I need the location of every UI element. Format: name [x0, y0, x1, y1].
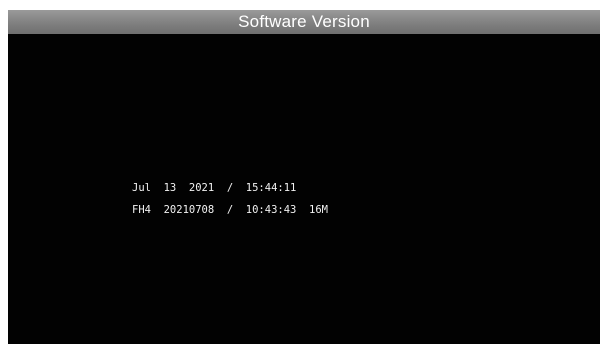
firmware-version-line: FH4 20210708 / 10:43:43 16M [132, 204, 328, 216]
version-content-area: Jul 13 2021 / 15:44:11 FH4 20210708 / 10… [8, 34, 600, 344]
title-bar: Software Version [8, 10, 600, 34]
software-version-screen: Software Version Jul 13 2021 / 15:44:11 … [8, 10, 600, 344]
build-date-line: Jul 13 2021 / 15:44:11 [132, 182, 297, 194]
screen-title: Software Version [238, 12, 370, 31]
version-info: Jul 13 2021 / 15:44:11 FH4 20210708 / 10… [132, 182, 328, 226]
